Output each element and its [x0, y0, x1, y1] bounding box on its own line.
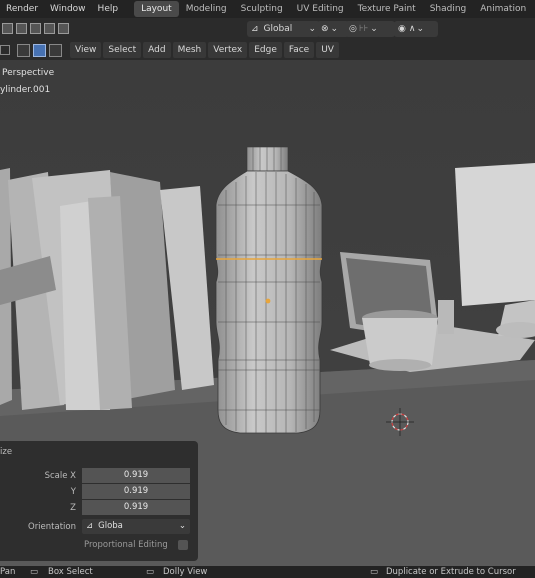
menu-select[interactable]: Select	[103, 42, 142, 58]
tab-uv-editing[interactable]: UV Editing	[290, 1, 351, 17]
orientation-icon: ⊿	[251, 24, 259, 34]
status-dolly: Dolly View	[163, 567, 208, 577]
scale-x-field[interactable]: 0.919	[82, 468, 190, 483]
snap-dropdown[interactable]: ◎ ⊦⊦ ⌄	[345, 21, 395, 37]
tab-shading[interactable]: Shading	[423, 1, 474, 17]
viewport-header: View Select Add Mesh Vertex Edge Face UV	[0, 40, 535, 60]
bottle-mesh	[215, 146, 323, 434]
scale-z-field[interactable]: 0.919	[82, 500, 190, 515]
menu-edge[interactable]: Edge	[249, 42, 282, 58]
transform-orientation-dropdown[interactable]: ⊿ Global ⌄	[247, 21, 320, 37]
orientation-icon: ⊿	[86, 521, 94, 531]
status-pan: Pan	[0, 567, 16, 577]
snap-icon: ◎	[349, 24, 357, 34]
object-name-label: ylinder.001	[0, 85, 51, 95]
menu-vertex[interactable]: Vertex	[208, 42, 248, 58]
scale-z-row: Z 0.919	[0, 500, 198, 516]
chevron-down-icon: ⌄	[308, 24, 316, 34]
scale-y-row: Y 0.919	[0, 484, 198, 500]
status-bar: Pan ▭ Box Select ▭ Dolly View ▭ Duplicat…	[0, 566, 535, 578]
orientation-row: Orientation ⊿ Globa ⌄	[0, 519, 198, 535]
pivot-icon: ⊗	[321, 24, 329, 34]
mouse-middle-icon: ▭	[146, 567, 155, 577]
select-mode-icon[interactable]	[2, 23, 13, 34]
tab-modeling[interactable]: Modeling	[179, 1, 234, 17]
orientation-label: Orientation	[28, 522, 76, 532]
mouse-left-icon: ▭	[30, 567, 39, 577]
status-duplicate: Duplicate or Extrude to Cursor	[386, 567, 516, 577]
panel-title[interactable]: ize	[0, 447, 12, 457]
menu-face[interactable]: Face	[283, 42, 315, 58]
menu-mesh[interactable]: Mesh	[172, 42, 207, 58]
scale-x-label: Scale X	[44, 471, 76, 481]
proportional-editing-checkbox[interactable]	[178, 540, 188, 550]
menu-uv[interactable]: UV	[316, 42, 339, 58]
status-box-select: Box Select	[48, 567, 93, 577]
tab-texture-paint[interactable]: Texture Paint	[351, 1, 423, 17]
select-subtract-icon[interactable]	[30, 23, 41, 34]
proportional-editing-label: Proportional Editing	[84, 540, 168, 550]
tab-sculpting[interactable]: Sculpting	[234, 1, 290, 17]
adjust-last-operation-panel: ize Scale X 0.919 Y 0.919 Z 0.919 Orient…	[0, 441, 198, 561]
select-extend-icon[interactable]	[16, 23, 27, 34]
scale-y-label: Y	[70, 487, 76, 497]
tab-animation[interactable]: Animation	[473, 1, 533, 17]
proportional-editing-row: Proportional Editing	[0, 539, 198, 555]
proportional-editing-dropdown[interactable]: ◉ ∧ ⌄	[394, 21, 438, 37]
tab-layout[interactable]: Layout	[134, 1, 179, 17]
scale-z-label: Z	[70, 503, 76, 513]
vertex-select-icon[interactable]	[17, 43, 30, 57]
select-intersect-icon[interactable]	[58, 23, 69, 34]
tool-header: ⊿ Global ⌄ ⊗ ⌄ ◎ ⊦⊦ ⌄ ◉ ∧ ⌄	[0, 18, 535, 40]
menu-view[interactable]: View	[70, 42, 102, 58]
proportional-icon: ◉	[398, 24, 406, 34]
scale-x-row: Scale X 0.919	[0, 468, 198, 484]
orientation-select[interactable]: ⊿ Globa ⌄	[82, 519, 190, 534]
editor-type-icon[interactable]	[0, 45, 10, 55]
top-menu-bar: Render Window Help Layout Modeling Sculp…	[0, 0, 535, 18]
view-label: Perspective	[2, 68, 55, 78]
scale-y-field[interactable]: 0.919	[82, 484, 190, 499]
select-invert-icon[interactable]	[44, 23, 55, 34]
face-select-icon[interactable]	[49, 43, 62, 57]
menu-add[interactable]: Add	[143, 42, 171, 58]
menu-window[interactable]: Window	[44, 4, 92, 14]
menu-render[interactable]: Render	[0, 4, 44, 14]
mouse-right-icon: ▭	[370, 567, 379, 577]
edge-select-icon[interactable]	[33, 43, 46, 57]
chevron-down-icon: ⌄	[178, 521, 186, 531]
menu-help[interactable]: Help	[92, 4, 125, 14]
